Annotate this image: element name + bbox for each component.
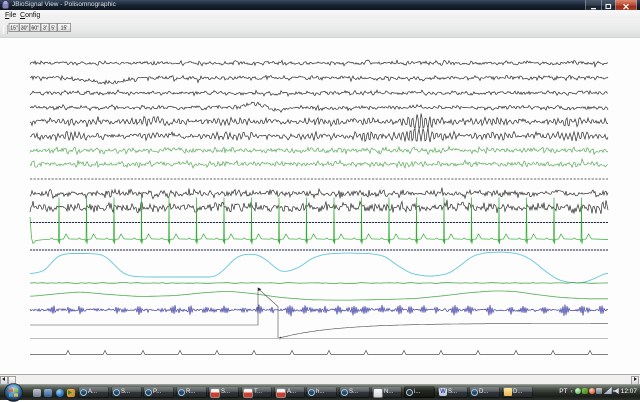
svg-text:15": 15" — [10, 26, 18, 32]
svg-text:60": 60" — [31, 26, 39, 32]
svg-text:5': 5' — [51, 26, 55, 32]
svg-text:30": 30" — [21, 26, 29, 32]
svg-text:3': 3' — [43, 26, 47, 32]
svg-text:15': 15' — [61, 26, 68, 32]
